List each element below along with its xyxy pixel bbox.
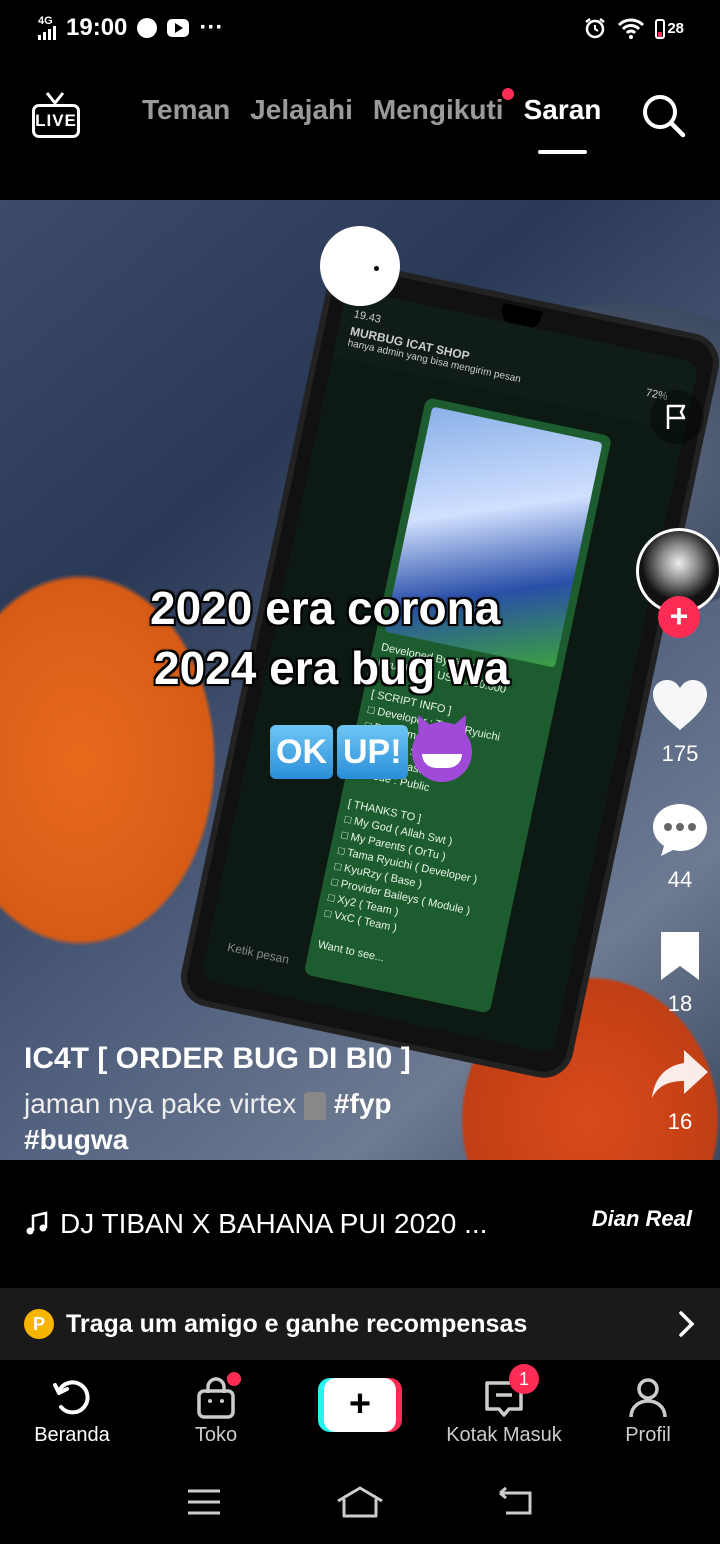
music-credit[interactable]: Dian Real [592, 1206, 692, 1232]
smiling-devil-emoji [411, 722, 472, 782]
report-button[interactable] [650, 390, 704, 444]
create-button[interactable]: + [318, 1378, 402, 1432]
search-icon [643, 95, 686, 138]
up-emoji: UP! [337, 725, 408, 779]
youtube-notification-icon [167, 19, 190, 37]
overlay-emoji-row: OK UP! [270, 722, 472, 782]
tab-jelajahi[interactable]: Jelajahi [250, 94, 353, 126]
nav-create[interactable]: + [295, 1378, 425, 1432]
video-overlay-text: 2020 era corona 2024 era bug wa [150, 578, 590, 698]
tab-saran[interactable]: Saran [524, 94, 601, 154]
nav-toko-label: Toko [194, 1424, 238, 1446]
like-count: 175 [661, 741, 699, 766]
comment-count: 44 [667, 867, 693, 892]
phone-chat-bubble: Developed By Tama Ryuichi US$1.000.000 [… [303, 397, 613, 1014]
nav-toko[interactable]: Toko [151, 1372, 281, 1447]
battery-icon [655, 19, 666, 39]
nav-profil[interactable]: Profil [583, 1378, 713, 1447]
description-text: jaman nya pake virtex [24, 1088, 297, 1119]
bottom-nav: Beranda Toko + 1 Kotak Masuk Profil [0, 1362, 720, 1462]
refresh-home-icon [53, 1380, 90, 1415]
signal-icon: 4G [38, 16, 56, 40]
live-button[interactable]: LIVE [30, 90, 82, 140]
network-type: 4G [38, 15, 53, 27]
status-time: 19:00 [66, 14, 128, 41]
system-nav-bar [0, 1470, 720, 1534]
bookmark-icon [661, 932, 699, 980]
creator-name[interactable]: IC4T [ ORDER BUG DI BI0 ] [24, 1042, 614, 1076]
comment-button[interactable]: 44 [630, 800, 720, 893]
alarm-icon [585, 18, 606, 39]
music-title: DJ TIBAN X BAHANA PUI 2020 ... [60, 1208, 488, 1239]
back-icon[interactable] [498, 1487, 534, 1517]
hashtag-bugwa[interactable]: #bugwa [24, 1124, 128, 1155]
notification-dot [501, 88, 514, 100]
wifi-icon [618, 18, 645, 39]
save-count: 18 [667, 991, 693, 1016]
tab-mengikuti-label: Mengikuti [372, 94, 504, 125]
profile-icon [629, 1378, 667, 1418]
nav-profil-label: Profil [625, 1424, 671, 1446]
battery-indicator: 28 [655, 17, 684, 39]
follow-button[interactable]: + [658, 596, 700, 638]
comment-icon [653, 804, 707, 856]
status-bar: 4G 19:00 ··· 28 [0, 0, 720, 56]
save-button[interactable]: 18 [630, 928, 720, 1017]
more-notifications-icon: ··· [199, 14, 224, 41]
tab-mengikuti[interactable]: Mengikuti [372, 88, 514, 126]
video-description[interactable]: jaman nya pake virtex #fyp #bugwa [24, 1086, 614, 1158]
phone-chat-title: MURBUG ICAT SHOP [348, 324, 471, 364]
coin-icon: P [24, 1309, 54, 1339]
referral-banner[interactable]: P Traga um amigo e ganhe recompensas [0, 1288, 720, 1360]
ok-emoji: OK [270, 725, 333, 779]
status-right: 28 [583, 16, 684, 40]
home-icon[interactable] [335, 1485, 385, 1519]
overlay-line-2: 2024 era bug wa [154, 642, 510, 694]
chevron-right-icon [679, 1311, 695, 1337]
inbox-badge: 1 [509, 1364, 539, 1394]
hashtag-fyp[interactable]: #fyp [334, 1088, 392, 1119]
plus-icon: + [324, 1378, 396, 1432]
like-button[interactable]: 175 [630, 678, 720, 767]
share-count: 16 [667, 1109, 693, 1134]
toko-notification-dot [227, 1372, 241, 1386]
search-button[interactable] [640, 92, 688, 140]
music-note-icon [26, 1211, 48, 1235]
top-nav: LIVE Teman Jelajahi Mengikuti Saran [0, 78, 720, 158]
share-button[interactable]: 16 [630, 1046, 720, 1135]
flag-icon [666, 404, 686, 429]
tab-teman[interactable]: Teman [142, 94, 230, 126]
app-notification-icon [137, 18, 158, 38]
video-caption: IC4T [ ORDER BUG DI BI0 ] jaman nya pake… [24, 1042, 614, 1158]
phone-input-placeholder: Ketik pesan [226, 939, 291, 967]
music-track[interactable]: DJ TIBAN X BAHANA PUI 2020 ... [24, 1208, 487, 1240]
menu-icon[interactable] [186, 1487, 222, 1517]
nav-kotak-masuk[interactable]: 1 Kotak Masuk [439, 1364, 569, 1447]
feed-tabs: Teman Jelajahi Mengikuti Saran [142, 88, 601, 154]
overlay-line-1: 2020 era corona [150, 582, 501, 634]
nav-kotak-masuk-label: Kotak Masuk [446, 1424, 562, 1446]
status-left: 4G 19:00 ··· [38, 14, 223, 42]
referral-text: Traga um amigo e ganhe recompensas [66, 1309, 528, 1338]
video-player[interactable]: 19.43 MURBUG ICAT SHOP hanya admin yang … [0, 200, 720, 1160]
heart-icon [653, 680, 707, 730]
share-arrow-icon [652, 1050, 708, 1098]
nav-beranda[interactable]: Beranda [7, 1378, 137, 1447]
live-label: LIVE [32, 104, 80, 138]
nav-beranda-label: Beranda [34, 1424, 110, 1446]
moai-emoji [304, 1091, 327, 1120]
battery-level: 28 [667, 19, 684, 37]
video-sticker-circle [320, 226, 400, 306]
